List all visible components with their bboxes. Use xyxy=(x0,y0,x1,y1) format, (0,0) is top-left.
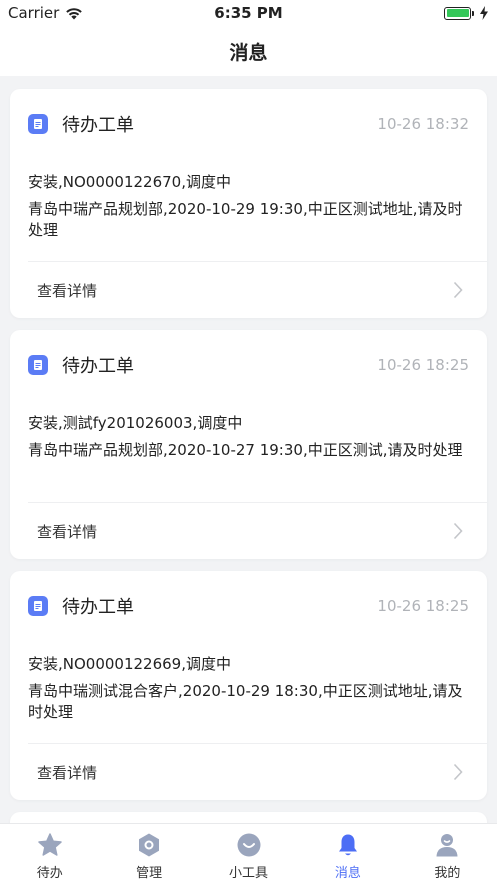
chevron-right-icon xyxy=(453,281,463,299)
tab-label: 消息 xyxy=(334,866,361,881)
view-detail-label: 查看详情 xyxy=(37,281,98,300)
tab-messages[interactable]: 消息 xyxy=(298,824,397,883)
document-icon xyxy=(28,355,48,375)
tab-label: 管理 xyxy=(136,866,163,881)
charging-icon xyxy=(480,6,488,20)
view-detail-label: 查看详情 xyxy=(37,763,98,782)
document-icon xyxy=(28,596,48,616)
message-title: 待办工单 xyxy=(62,597,134,618)
message-card: 待办工单 10-26 18:25 安装,测試fy201026003,调度中 青岛… xyxy=(10,330,487,559)
message-card: 待办工单 10-26 18:32 安装,NO0000122670,调度中 青岛中… xyxy=(10,89,487,318)
view-detail-label: 查看详情 xyxy=(37,522,98,541)
view-detail-row[interactable]: 查看详情 xyxy=(10,744,487,800)
star-icon xyxy=(37,833,62,856)
message-body: 青岛中瑞测试混合客户,2020-10-29 18:30,中正区测试地址,请及时处… xyxy=(28,682,463,721)
tab-label: 小工具 xyxy=(229,866,269,881)
tab-profile[interactable]: 我的 xyxy=(398,824,497,883)
message-time: 10-26 18:25 xyxy=(377,597,469,615)
message-summary: 安装,测試fy201026003,调度中 xyxy=(28,414,243,432)
chevron-right-icon xyxy=(453,522,463,540)
message-title: 待办工单 xyxy=(62,115,134,136)
document-icon xyxy=(28,114,48,134)
page-title: 消息 xyxy=(229,41,268,64)
message-time: 10-26 18:25 xyxy=(377,356,469,374)
chevron-right-icon xyxy=(453,763,463,781)
tab-manage[interactable]: 管理 xyxy=(99,824,198,883)
message-body: 青岛中瑞产品规划部,2020-10-29 19:30,中正区测试地址,请及时处理 xyxy=(28,200,463,239)
view-detail-row[interactable]: 查看详情 xyxy=(10,262,487,318)
message-card-partial xyxy=(10,812,487,823)
message-card: 待办工单 10-26 18:25 安装,NO0000122669,调度中 青岛中… xyxy=(10,571,487,800)
wifi-icon xyxy=(66,7,83,19)
message-summary: 安装,NO0000122669,调度中 xyxy=(28,655,231,673)
battery-icon xyxy=(444,6,474,20)
smile-icon xyxy=(237,833,261,857)
nav-bar: 消息 xyxy=(0,26,497,76)
tab-todo[interactable]: 待办 xyxy=(0,824,99,883)
tab-bar: 待办 管理 小工具 消息 我的 xyxy=(0,823,497,883)
bell-icon xyxy=(338,834,357,856)
carrier-label: Carrier xyxy=(8,4,60,22)
message-title: 待办工单 xyxy=(62,356,134,377)
message-body: 青岛中瑞产品规划部,2020-10-27 19:30,中正区测试,请及时处理 xyxy=(28,441,463,459)
hexagon-icon xyxy=(139,833,160,857)
tab-tools[interactable]: 小工具 xyxy=(199,824,298,883)
tab-label: 待办 xyxy=(36,866,63,881)
tab-label: 我的 xyxy=(434,866,461,881)
status-bar: Carrier 6:35 PM xyxy=(0,0,497,26)
message-summary: 安装,NO0000122670,调度中 xyxy=(28,173,231,191)
message-time: 10-26 18:32 xyxy=(377,115,469,133)
message-list[interactable]: 待办工单 10-26 18:32 安装,NO0000122670,调度中 青岛中… xyxy=(0,76,497,823)
user-icon xyxy=(436,834,458,857)
view-detail-row[interactable]: 查看详情 xyxy=(10,503,487,559)
